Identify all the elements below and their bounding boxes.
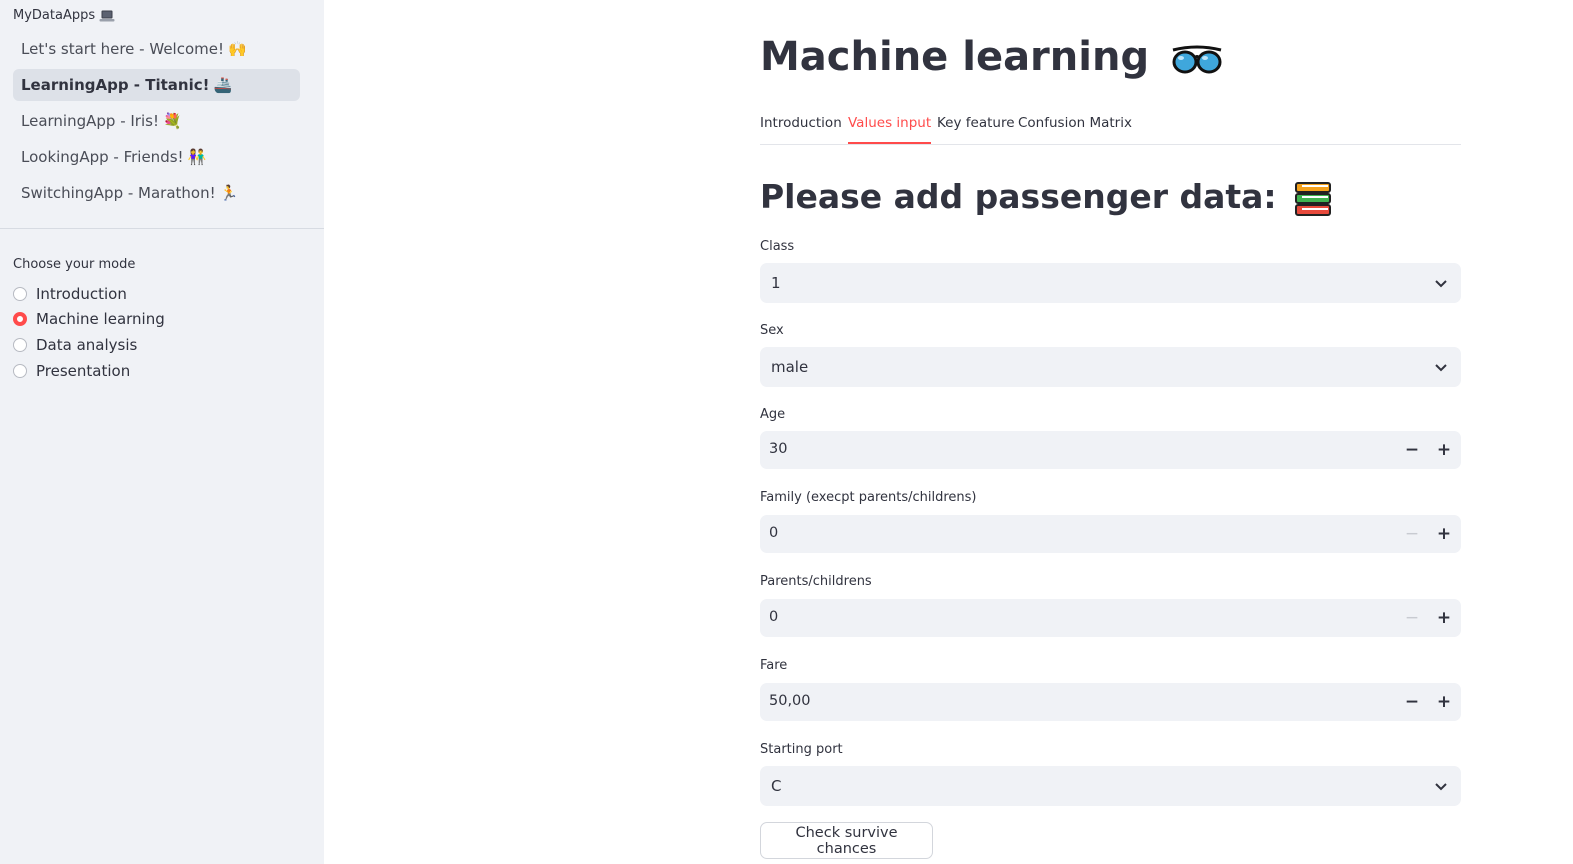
radio-option-machine-learning[interactable]: Machine learning — [13, 307, 165, 333]
nav-item-label: LearningApp - Titanic! — [21, 76, 210, 94]
radio-label: Introduction — [36, 284, 127, 303]
age-number-input[interactable]: 30 − + — [760, 431, 1461, 469]
radio-circle[interactable] — [13, 286, 27, 301]
tab-introduction[interactable]: Introduction — [760, 113, 842, 143]
port-label: Starting port — [760, 742, 843, 757]
runner-icon: 🏃 — [219, 184, 239, 202]
tab-values-input[interactable]: Values input — [848, 113, 932, 144]
chevron-down-icon — [1435, 783, 1447, 791]
radio-label: Presentation — [36, 361, 131, 380]
tab-key-feature[interactable]: Key feature — [937, 113, 1015, 143]
sunglasses-icon — [1172, 45, 1222, 74]
family-decrement-button[interactable]: − — [1400, 522, 1424, 546]
people-icon: 👫 — [187, 148, 207, 166]
sex-label: Sex — [760, 323, 784, 338]
raising-hands-icon: 🙌 — [228, 40, 247, 58]
class-select-value: 1 — [771, 274, 781, 292]
ship-icon: 🚢 — [213, 76, 233, 94]
page-title: Machine learning — [760, 34, 1223, 80]
family-number-input[interactable]: 0 − + — [760, 515, 1461, 553]
nav-item-iris[interactable]: LearningApp - Iris! 💐 — [13, 105, 300, 137]
app-header: MyDataApps — [13, 8, 115, 23]
sex-select-value: male — [771, 358, 809, 376]
nav-item-label: LearningApp - Iris! — [21, 112, 159, 130]
nav-item-label: LookingApp - Friends! — [21, 148, 184, 166]
fare-value[interactable]: 50,00 — [769, 693, 811, 709]
nav-item-marathon[interactable]: SwitchingApp - Marathon! 🏃 — [13, 177, 300, 209]
sex-select[interactable]: male — [760, 347, 1461, 387]
age-increment-button[interactable]: + — [1432, 438, 1456, 462]
fare-decrement-button[interactable]: − — [1400, 690, 1424, 714]
sidebar-nav: Let's start here - Welcome! 🙌 LearningAp… — [13, 33, 300, 213]
app-header-label: MyDataApps — [13, 8, 96, 23]
family-increment-button[interactable]: + — [1432, 522, 1456, 546]
books-icon — [1295, 181, 1332, 216]
nav-item-label: SwitchingApp - Marathon! — [21, 184, 216, 202]
chevron-down-icon — [1435, 280, 1447, 288]
age-label: Age — [760, 407, 786, 422]
age-value[interactable]: 30 — [769, 441, 787, 457]
chevron-down-icon — [1435, 364, 1447, 372]
parents-label: Parents/childrens — [760, 574, 872, 589]
bouquet-icon: 💐 — [162, 112, 182, 130]
radio-option-introduction[interactable]: Introduction — [13, 281, 165, 307]
radio-label: Machine learning — [36, 310, 165, 329]
port-select[interactable]: C — [760, 766, 1461, 806]
mode-radio-label: Choose your mode — [13, 257, 136, 272]
subheader-text: Please add passenger data: — [760, 177, 1277, 216]
radio-label: Data analysis — [36, 335, 138, 354]
nav-item-friends[interactable]: LookingApp - Friends! 👫 — [13, 141, 300, 173]
age-decrement-button[interactable]: − — [1400, 438, 1424, 462]
section-subheader: Please add passenger data: — [760, 177, 1332, 217]
parents-number-input[interactable]: 0 − + — [760, 599, 1461, 637]
radio-circle[interactable] — [13, 363, 27, 378]
mode-radio-group: Introduction Machine learning Data analy… — [13, 281, 165, 383]
radio-circle[interactable] — [13, 337, 27, 352]
parents-increment-button[interactable]: + — [1432, 606, 1456, 630]
nav-item-welcome[interactable]: Let's start here - Welcome! 🙌 — [13, 33, 300, 65]
port-select-value: C — [771, 777, 782, 795]
class-label: Class — [760, 239, 795, 254]
family-label: Family (execpt parents/childrens) — [760, 490, 977, 505]
fare-label: Fare — [760, 658, 788, 673]
check-survive-button[interactable]: Check survive chances — [760, 822, 933, 859]
parents-value[interactable]: 0 — [769, 609, 778, 625]
laptop-icon — [99, 10, 115, 21]
fare-increment-button[interactable]: + — [1432, 690, 1456, 714]
page-title-text: Machine learning — [760, 34, 1150, 80]
class-select[interactable]: 1 — [760, 263, 1461, 303]
parents-decrement-button[interactable]: − — [1400, 606, 1424, 630]
family-value[interactable]: 0 — [769, 525, 778, 541]
nav-item-label: Let's start here - Welcome! — [21, 40, 224, 58]
radio-option-presentation[interactable]: Presentation — [13, 358, 165, 384]
fare-number-input[interactable]: 50,00 − + — [760, 683, 1461, 721]
radio-circle-selected[interactable] — [13, 312, 27, 327]
tab-bar: Introduction Values input Key feature Co… — [760, 113, 1461, 145]
nav-item-titanic[interactable]: LearningApp - Titanic! 🚢 — [13, 69, 300, 101]
sidebar-divider — [0, 228, 324, 229]
tab-confusion-matrix[interactable]: Confusion Matrix — [1018, 113, 1132, 143]
radio-option-data-analysis[interactable]: Data analysis — [13, 332, 165, 358]
sidebar: MyDataApps Let's start here - Welcome! 🙌… — [0, 0, 324, 864]
